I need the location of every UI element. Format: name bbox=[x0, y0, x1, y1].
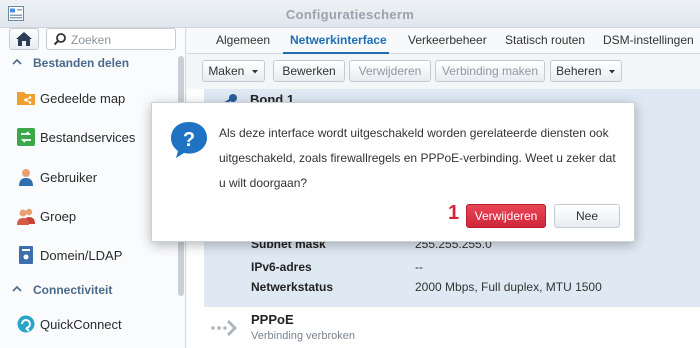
section-connectivity[interactable]: Connectiviteit bbox=[0, 281, 178, 301]
home-icon bbox=[16, 32, 32, 46]
sidebar-item-label: Gedeelde map bbox=[40, 91, 126, 106]
sidebar-item-label: QuickConnect bbox=[40, 317, 122, 332]
window-title: Configuratiescherm bbox=[285, 7, 415, 22]
home-button[interactable] bbox=[9, 28, 39, 50]
file-services-icon bbox=[17, 128, 35, 146]
edit-button[interactable]: Bewerken bbox=[273, 60, 345, 82]
title-bar: Configuratiescherm bbox=[0, 0, 700, 28]
user-icon bbox=[19, 169, 33, 186]
pppoe-interface-name[interactable]: PPPoE bbox=[251, 312, 294, 327]
chevron-down-icon bbox=[608, 70, 615, 74]
question-icon: ? bbox=[171, 122, 207, 158]
pppoe-interface-icon bbox=[211, 320, 237, 336]
chevron-up-icon bbox=[12, 285, 22, 292]
chevron-up-icon bbox=[12, 58, 22, 65]
bond-network-status-label: Netwerkstatus bbox=[251, 280, 334, 294]
tab-dsm-settings[interactable]: DSM-instellingen bbox=[603, 33, 694, 47]
tab-traffic-control[interactable]: Verkeerbeheer bbox=[408, 33, 487, 47]
active-tab-indicator bbox=[283, 52, 389, 54]
manage-label: Beheren bbox=[556, 64, 602, 78]
sidebar-item-domain-ldap[interactable]: Domein/LDAP bbox=[0, 240, 178, 270]
section-file-sharing[interactable]: Bestanden delen bbox=[0, 54, 178, 74]
sidebar-item-label: Domein/LDAP bbox=[40, 248, 123, 263]
delete-button[interactable]: Verwijderen bbox=[349, 60, 431, 82]
cancel-button[interactable]: Nee bbox=[554, 204, 620, 228]
make-label: Maken bbox=[208, 64, 245, 78]
tab-bar: Algemeen Netwerkinterface Verkeerbeheer … bbox=[187, 28, 700, 54]
tab-network-interface[interactable]: Netwerkinterface bbox=[290, 33, 387, 47]
sidebar-item-quickconnect[interactable]: QuickConnect bbox=[0, 309, 178, 339]
sidebar-item-label: Gebruiker bbox=[40, 170, 98, 185]
tab-static-route[interactable]: Statisch routen bbox=[505, 33, 585, 47]
pppoe-status: Verbinding verbroken bbox=[251, 330, 355, 342]
bond-ipv6-value: -- bbox=[415, 260, 423, 274]
make-button[interactable]: Maken bbox=[202, 60, 265, 82]
search-field[interactable]: Zoeken bbox=[46, 28, 176, 50]
quickconnect-icon bbox=[17, 315, 35, 333]
search-icon bbox=[53, 33, 66, 46]
search-placeholder: Zoeken bbox=[71, 33, 112, 47]
domain-ldap-icon bbox=[19, 246, 33, 264]
confirm-delete-button[interactable]: Verwijderen bbox=[466, 204, 546, 228]
bond-ipv6-label: IPv6-adres bbox=[251, 260, 312, 274]
manage-button[interactable]: Beheren bbox=[550, 60, 622, 82]
confirm-dialog: ? Als deze interface wordt uitgeschakeld… bbox=[151, 102, 635, 242]
group-icon bbox=[17, 208, 35, 225]
chevron-down-icon bbox=[251, 70, 258, 74]
bond-network-status-value: 2000 Mbps, Full duplex, MTU 1500 bbox=[415, 280, 602, 294]
shared-folder-icon bbox=[17, 92, 35, 105]
sidebar-item-label: Bestandservices bbox=[40, 130, 136, 145]
tab-general[interactable]: Algemeen bbox=[216, 33, 270, 47]
dialog-message: Als deze interface wordt uitgeschakeld w… bbox=[219, 126, 616, 190]
sidebar-item-label: Groep bbox=[40, 209, 77, 224]
step-marker: 1 bbox=[448, 202, 460, 224]
connect-button[interactable]: Verbinding maken bbox=[435, 60, 545, 82]
section-label: Connectiviteit bbox=[33, 283, 113, 297]
toolbar: Maken Bewerken Verwijderen Verbinding ma… bbox=[187, 55, 700, 89]
svg-text:?: ? bbox=[183, 129, 195, 151]
section-label: Bestanden delen bbox=[33, 56, 130, 70]
